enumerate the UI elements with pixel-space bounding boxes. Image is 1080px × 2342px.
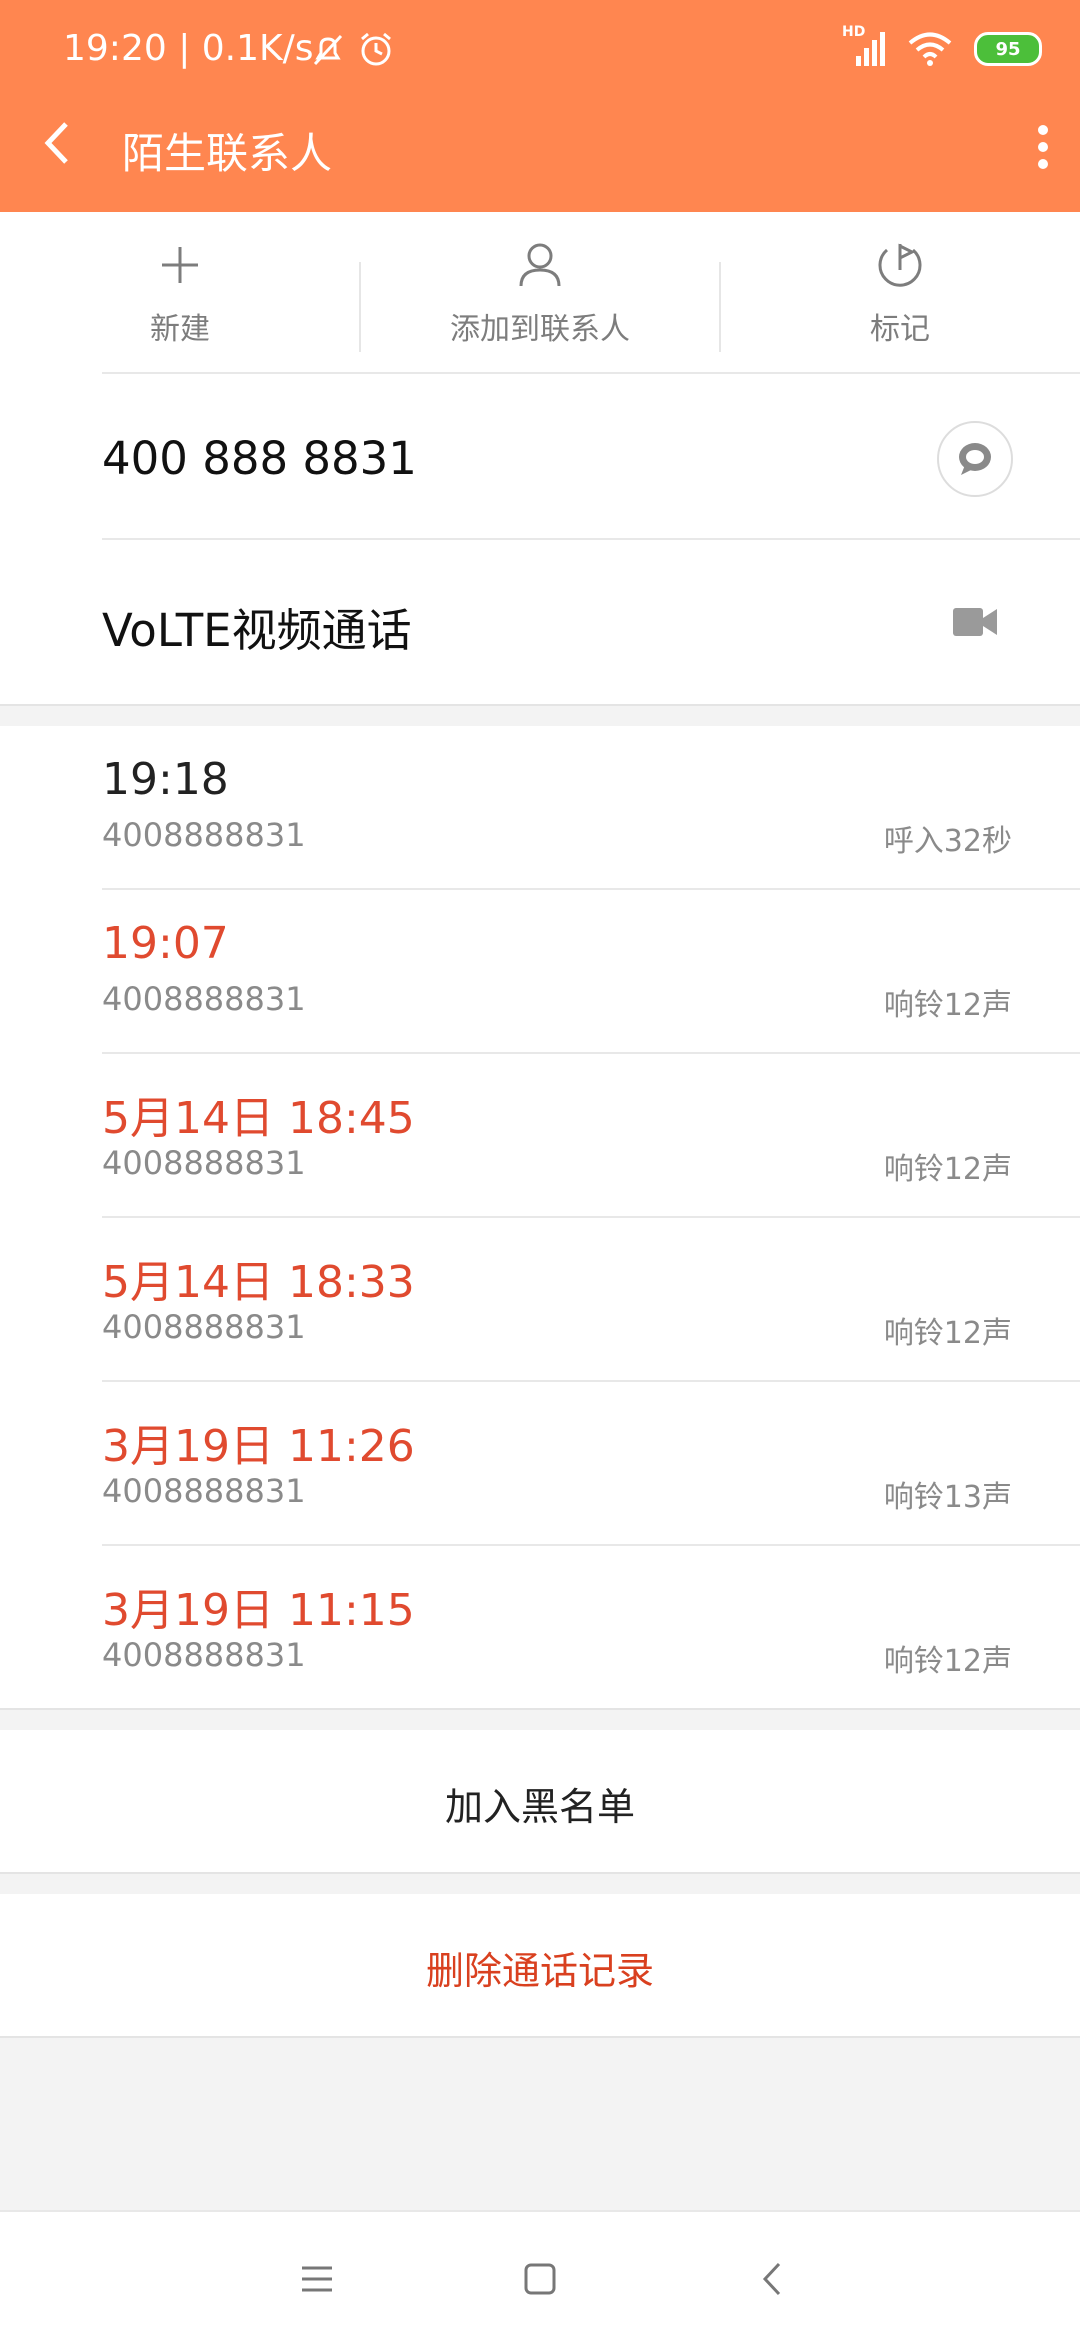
battery-icon: 95 xyxy=(974,32,1042,66)
phone-number-row[interactable]: 400 888 8831 xyxy=(0,374,1080,540)
flag-icon xyxy=(878,243,922,287)
volte-video-call-row[interactable]: VoLTE视频通话 xyxy=(0,540,1080,704)
add-to-contacts-label: 添加到联系人 xyxy=(450,312,630,347)
new-contact-button[interactable]: 新建 xyxy=(0,212,360,374)
call-log-list: 19:18 4008888831 呼入32秒 19:07 4008888831 … xyxy=(0,726,1080,1708)
call-time: 3月19日 11:26 xyxy=(102,1421,415,1472)
call-detail: 呼入32秒 xyxy=(883,824,1012,859)
wifi-icon xyxy=(908,32,952,66)
person-icon xyxy=(519,243,561,287)
video-camera-icon xyxy=(953,608,997,636)
call-log-item[interactable]: 3月19日 11:26 4008888831 响铃13声 xyxy=(0,1382,1080,1546)
home-icon[interactable] xyxy=(523,2262,557,2296)
call-time: 5月14日 18:33 xyxy=(102,1257,415,1308)
message-icon xyxy=(959,443,991,475)
call-log-item[interactable]: 5月14日 18:45 4008888831 响铃12声 xyxy=(0,1054,1080,1218)
more-menu-icon[interactable] xyxy=(1036,124,1050,170)
delete-label: 删除通话记录 xyxy=(425,1949,654,1993)
call-log-item[interactable]: 19:18 4008888831 呼入32秒 xyxy=(0,726,1080,890)
call-detail: 响铃12声 xyxy=(883,1152,1012,1187)
call-time: 19:18 xyxy=(102,754,229,805)
blacklist-label: 加入黑名单 xyxy=(444,1785,635,1829)
back-arrow-icon[interactable] xyxy=(38,118,78,168)
hd-signal-icon: HD xyxy=(842,24,886,68)
call-number: 4008888831 xyxy=(102,980,306,1018)
new-contact-label: 新建 xyxy=(150,312,210,347)
mark-label: 标记 xyxy=(870,312,930,347)
call-detail: 响铃12声 xyxy=(883,1644,1012,1679)
alarm-icon xyxy=(361,32,391,66)
app-header: 19:20 | 0.1K/s HD 95 陌生联系人 xyxy=(0,0,1080,212)
nav-back-icon[interactable] xyxy=(755,2262,789,2296)
add-to-blacklist-button[interactable]: 加入黑名单 xyxy=(0,1730,1080,1872)
call-number: 4008888831 xyxy=(102,1144,306,1182)
call-number: 4008888831 xyxy=(102,1472,306,1510)
call-log-item[interactable]: 19:07 4008888831 响铃12声 xyxy=(0,890,1080,1054)
mark-button[interactable]: 标记 xyxy=(720,212,1080,374)
delete-call-log-button[interactable]: 删除通话记录 xyxy=(0,1894,1080,2036)
call-number: 4008888831 xyxy=(102,1636,306,1674)
plus-icon xyxy=(162,247,198,283)
call-log-item[interactable]: 3月19日 11:15 4008888831 响铃12声 xyxy=(0,1546,1080,1710)
call-time: 5月14日 18:45 xyxy=(102,1093,415,1144)
call-log-item[interactable]: 5月14日 18:33 4008888831 响铃12声 xyxy=(0,1218,1080,1382)
mute-bell-icon xyxy=(313,34,343,66)
phone-number: 400 888 8831 xyxy=(102,432,417,485)
page-title: 陌生联系人 xyxy=(122,129,333,178)
call-time: 19:07 xyxy=(102,918,229,969)
call-detail: 响铃12声 xyxy=(883,1316,1012,1351)
add-to-contacts-button[interactable]: 添加到联系人 xyxy=(360,212,720,374)
call-number: 4008888831 xyxy=(102,816,306,854)
action-bar: 新建 添加到联系人 标记 xyxy=(0,212,1080,374)
call-number: 4008888831 xyxy=(102,1308,306,1346)
call-detail: 响铃12声 xyxy=(883,988,1012,1023)
status-time-speed: 19:20 | 0.1K/s xyxy=(63,28,314,69)
call-detail: 响铃13声 xyxy=(883,1480,1012,1515)
volte-label: VoLTE视频通话 xyxy=(102,604,412,657)
call-time: 3月19日 11:15 xyxy=(102,1585,415,1636)
menu-icon[interactable] xyxy=(300,2262,334,2296)
system-nav-bar xyxy=(0,2210,1080,2342)
message-button[interactable] xyxy=(937,421,1013,497)
